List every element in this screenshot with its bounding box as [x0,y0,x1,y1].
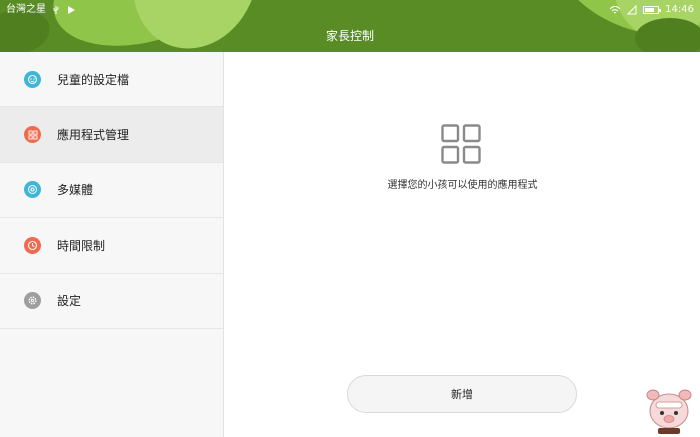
wifi-icon [609,5,621,14]
clock-time: 14:46 [665,4,694,15]
play-icon [68,6,75,14]
add-button[interactable]: 新增 [347,375,577,413]
sidebar-item-settings[interactable]: 設定 [0,274,223,329]
usb-icon [53,6,59,14]
empty-state-description: 選擇您的小孩可以使用的應用程式 [387,180,538,191]
signal-icon [627,5,637,15]
clock-icon [24,236,41,254]
sidebar-item-label: 設定 [57,294,82,309]
media-icon [24,181,41,199]
apps-icon [24,126,41,144]
sidebar-item-time-limit[interactable]: 時間限制 [0,218,223,274]
sidebar-item-label: 應用程式管理 [57,128,130,143]
sidebar-item-media[interactable]: 多媒體 [0,163,223,219]
gear-icon [24,292,41,310]
sidebar-item-profile[interactable]: 兒童的設定檔 [0,52,223,108]
page-title: 家長控制 [325,29,374,43]
status-bar-right: 14:46 [609,3,694,17]
sidebar-item-label: 多媒體 [57,183,94,198]
sidebar: 兒童的設定檔 應用程式管理 多媒體 時間限制 設定 [0,52,224,437]
main-content: 選擇您的小孩可以使用的應用程式 新增 [225,52,700,437]
status-bar-left: 台灣之星 [6,3,76,17]
battery-icon [643,6,662,14]
carrier-name: 台灣之星 [6,4,46,15]
grid-icon [441,124,481,164]
sidebar-item-label: 時間限制 [57,238,106,253]
app-header: 台灣之星 14:46 家長控制 [0,0,700,52]
sidebar-item-app-management[interactable]: 應用程式管理 [0,107,223,163]
mascot-watermark-icon [646,389,692,434]
sidebar-item-label: 兒童的設定檔 [57,72,130,87]
profile-icon [24,70,41,88]
